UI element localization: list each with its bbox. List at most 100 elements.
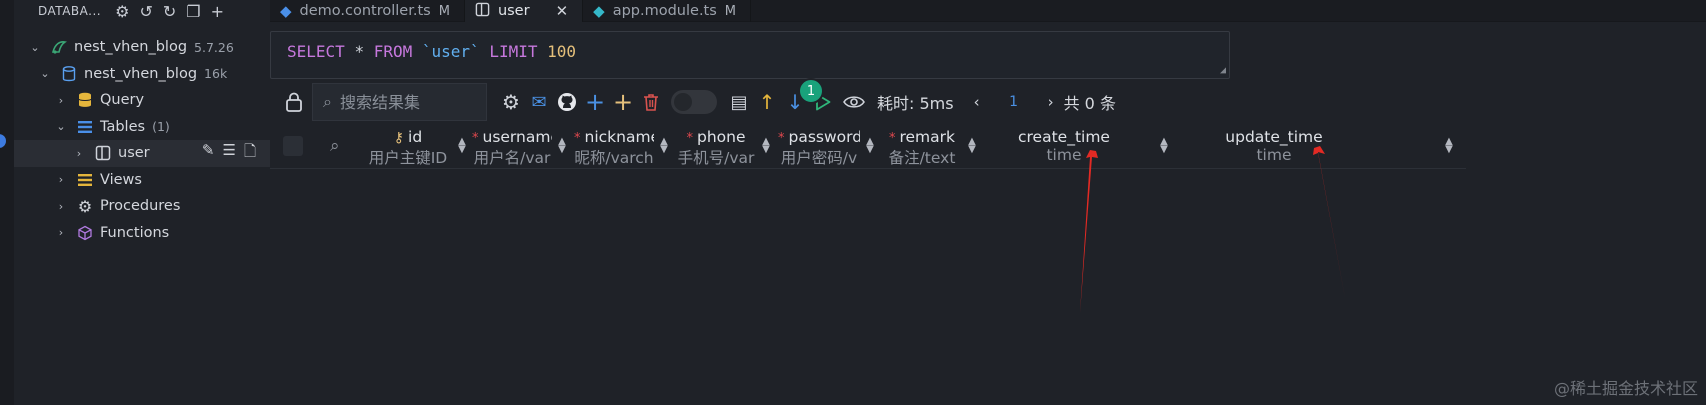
arrow-up-icon[interactable]: ↑ xyxy=(753,90,781,114)
sort-toggle-icon[interactable]: ▲ ▼ xyxy=(760,137,772,155)
sort-toggle-icon[interactable]: ▲ ▼ xyxy=(1443,137,1455,155)
column-name: password xyxy=(788,128,861,146)
sql-editor[interactable]: SELECT * FROM `user` LIMIT 100 ◢ xyxy=(270,31,1230,79)
tree-item-table-user[interactable]: › user ✎ ☰ 🗋 xyxy=(14,140,270,167)
sidebar-header: DATABA... ⚙ ↺ ↻ ❐ + xyxy=(14,0,270,22)
tab-app-module[interactable]: ◆ app.module.ts M xyxy=(583,0,752,22)
column-header-nickname[interactable]: * nickname 昵称/varch xyxy=(574,125,654,169)
tree-item-connection[interactable]: ⌄ nest_vhen_blog 5.7.26 xyxy=(14,34,270,61)
chevron-down-icon[interactable]: ⌄ xyxy=(54,120,68,133)
column-header-id[interactable]: ⚷ id 用户主键ID xyxy=(363,125,453,169)
refresh-icon[interactable]: ↻ xyxy=(163,2,176,21)
current-page[interactable]: 1 xyxy=(1000,94,1028,110)
chevron-right-icon[interactable]: › xyxy=(72,147,86,160)
column-type: 备注/text xyxy=(888,149,956,167)
chevron-right-icon[interactable]: › xyxy=(54,173,68,186)
delete-trash-icon[interactable] xyxy=(637,93,665,111)
add-row-plus-icon[interactable]: + xyxy=(581,88,609,116)
settings-gear-icon[interactable]: ⚙ xyxy=(115,2,129,21)
next-page-chevron-icon[interactable]: › xyxy=(1048,93,1054,111)
sort-toggle-icon[interactable]: ▲ ▼ xyxy=(658,137,670,155)
modified-indicator: M xyxy=(438,3,450,19)
tab-user[interactable]: user ✕ xyxy=(464,0,584,22)
add-connection-icon[interactable]: + xyxy=(211,2,224,21)
result-search-box[interactable]: ⌕ xyxy=(312,83,487,121)
toggle-knob xyxy=(674,93,692,111)
list-icon[interactable]: ☰ xyxy=(222,141,235,166)
annotation-arrow-create-time xyxy=(1080,150,1098,313)
tab-label: app.module.ts xyxy=(612,3,717,19)
tree-item-procedures[interactable]: › ⚙ Procedures xyxy=(14,193,270,220)
sort-toggle-icon[interactable]: ▲ ▼ xyxy=(966,137,978,155)
chevron-right-icon[interactable]: › xyxy=(54,200,68,213)
comment-icon[interactable]: ▤ xyxy=(725,92,753,113)
sql-keyword-limit: LIMIT xyxy=(489,42,538,61)
chevron-down-icon[interactable]: ⌄ xyxy=(38,67,52,80)
sql-keyword-select: SELECT xyxy=(287,42,345,61)
select-all-checkbox[interactable] xyxy=(283,136,303,156)
notification-badge: 1 xyxy=(798,78,824,104)
github-icon[interactable] xyxy=(553,92,581,112)
total-count: 共 0 条 xyxy=(1063,94,1116,113)
column-search-icon[interactable]: ⌕ xyxy=(330,136,340,156)
mail-icon[interactable]: ✉ xyxy=(525,92,553,113)
collapse-all-icon[interactable]: ❐ xyxy=(186,2,200,21)
tree-item-functions[interactable]: › Functions xyxy=(14,220,270,247)
activity-bar xyxy=(0,0,14,405)
column-header-phone[interactable]: * phone 手机号/var xyxy=(676,125,756,169)
column-type: time xyxy=(1256,146,1292,164)
chevron-right-icon[interactable]: › xyxy=(54,226,68,239)
mysql-dolphin-icon xyxy=(48,39,70,55)
edit-mode-toggle[interactable] xyxy=(671,90,717,114)
pagination: ‹ 1 › 共 0 条 xyxy=(974,90,1116,114)
chevron-down-icon[interactable]: ⌄ xyxy=(28,41,42,54)
new-file-icon[interactable]: 🗋 xyxy=(244,141,256,166)
tree-item-query[interactable]: › Query xyxy=(14,87,270,114)
table-actions: ✎ ☰ 🗋 xyxy=(202,141,256,166)
table-user-label: user xyxy=(118,145,150,162)
required-marker: * xyxy=(888,131,896,146)
required-marker: * xyxy=(574,131,581,146)
editor-tabs: ◆ demo.controller.ts M user ✕ ◆ app.modu… xyxy=(270,0,1706,22)
edit-pencil-icon[interactable]: ✎ xyxy=(202,141,215,166)
column-type: 手机号/var xyxy=(677,149,755,167)
column-name: create_time xyxy=(1018,128,1110,146)
tree-item-views[interactable]: › Views xyxy=(14,167,270,194)
column-type: 用户主键ID xyxy=(368,149,448,167)
chevron-right-icon[interactable]: › xyxy=(54,94,68,107)
sort-toggle-icon[interactable]: ▲ ▼ xyxy=(556,137,568,155)
column-header-username[interactable]: *username 用户名/var xyxy=(472,125,552,169)
result-search-input[interactable] xyxy=(339,92,470,112)
modified-indicator: M xyxy=(724,3,737,19)
sql-limit-value: 100 xyxy=(547,42,577,61)
eye-preview-icon[interactable] xyxy=(837,95,871,109)
resize-handle-icon[interactable]: ◢ xyxy=(1220,65,1226,76)
database-sidebar: DATABA... ⚙ ↺ ↻ ❐ + ⌄ nest_vhen_blog 5.7… xyxy=(14,0,270,405)
lock-icon[interactable] xyxy=(282,92,306,112)
settings-gear-icon[interactable]: ⚙ xyxy=(497,90,525,114)
tree-item-database[interactable]: ⌄ nest_vhen_blog 16k xyxy=(14,61,270,88)
column-header-remark[interactable]: * remark 备注/text xyxy=(882,125,962,169)
prev-page-chevron-icon[interactable]: ‹ xyxy=(974,93,980,111)
column-header-password[interactable]: * password 用户密码/v xyxy=(778,125,860,169)
close-icon[interactable]: ✕ xyxy=(556,2,569,20)
tree-item-tables[interactable]: ⌄ Tables (1) xyxy=(14,114,270,141)
column-header-update-time[interactable]: update_time time xyxy=(1176,125,1372,169)
tab-demo-controller[interactable]: ◆ demo.controller.ts M xyxy=(270,0,465,22)
sql-keyword-from: FROM xyxy=(373,42,413,61)
insert-plus-icon[interactable]: + xyxy=(609,88,637,116)
column-name: update_time xyxy=(1225,128,1323,146)
sort-toggle-icon[interactable]: ▲ ▼ xyxy=(456,137,468,155)
column-header-create-time[interactable]: create_time time xyxy=(984,125,1144,169)
sort-toggle-icon[interactable]: ▲ ▼ xyxy=(1158,137,1170,155)
column-name: phone xyxy=(696,128,746,146)
history-icon[interactable]: ↺ xyxy=(139,2,152,21)
views-icon xyxy=(74,173,96,187)
column-type: 昵称/varch xyxy=(574,149,654,167)
procedures-gear-icon: ⚙ xyxy=(77,196,93,216)
sort-toggle-icon[interactable]: ▲ ▼ xyxy=(864,137,876,155)
nestjs-file-icon: ◆ xyxy=(593,2,605,20)
functions-label: Functions xyxy=(100,224,170,241)
column-name: username xyxy=(482,128,553,146)
sql-star: * xyxy=(354,42,365,61)
